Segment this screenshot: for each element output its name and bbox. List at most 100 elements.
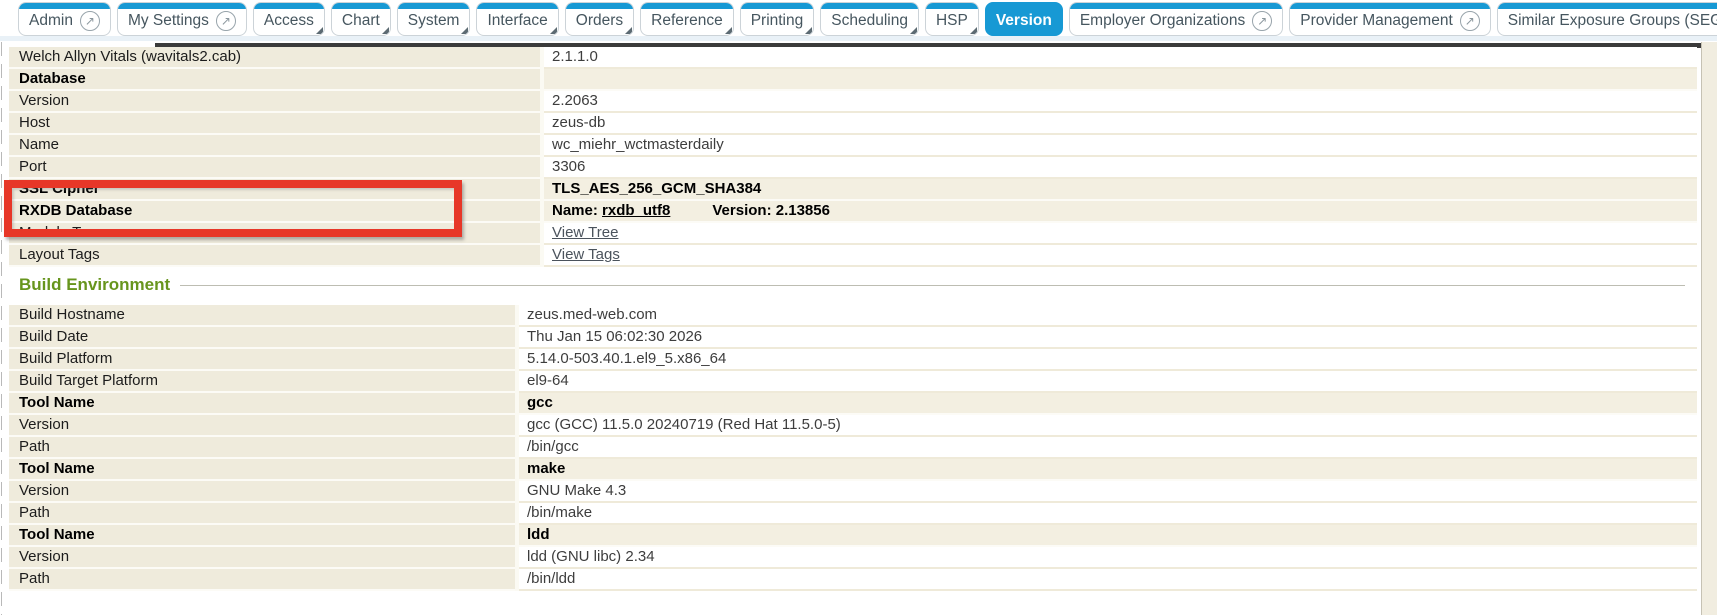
- tab-printing[interactable]: Printing: [740, 2, 815, 36]
- row-value: 2.1.1.0: [544, 47, 1697, 69]
- row-label: Version: [9, 91, 540, 113]
- row-value: Thu Jan 15 06:02:30 2026: [519, 327, 1697, 349]
- row-value: /bin/make: [519, 503, 1697, 525]
- row-label: Welch Allyn Vitals (wavitals2.cab): [9, 47, 540, 69]
- red-highlight-rectangle: [4, 180, 462, 237]
- row-value: GNU Make 4.3: [519, 481, 1697, 503]
- row-value: 5.14.0-503.40.1.el9_5.x86_64: [519, 349, 1697, 371]
- table-row: Build Hostnamezeus.med-web.com: [9, 305, 1697, 327]
- row-value: TLS_AES_256_GCM_SHA384: [544, 179, 1697, 201]
- tab-provider-management[interactable]: Provider Management ↗: [1289, 2, 1491, 36]
- external-link-icon[interactable]: ↗: [1252, 11, 1272, 31]
- external-link-icon[interactable]: ↗: [80, 11, 100, 31]
- external-link-icon[interactable]: ↗: [216, 11, 236, 31]
- tab-employer-organizations[interactable]: Employer Organizations↗: [1069, 2, 1283, 36]
- build-environment-header: Build Environment: [11, 272, 1697, 298]
- row-label: Build Target Platform: [9, 371, 515, 393]
- row-value: View Tree: [544, 223, 1697, 245]
- tab-label: My Settings: [128, 12, 209, 30]
- table-row: Path/bin/gcc: [9, 437, 1697, 459]
- tab-chart[interactable]: Chart: [331, 2, 391, 36]
- tab-label: Scheduling: [831, 12, 908, 30]
- row-label: Layout Tags: [9, 245, 540, 267]
- row-value: zeus.med-web.com: [519, 305, 1697, 327]
- row-label: Build Date: [9, 327, 515, 349]
- row-value: /bin/gcc: [519, 437, 1697, 459]
- table-row: Tool Namemake: [9, 459, 1697, 481]
- row-label: Tool Name: [9, 459, 515, 481]
- tab-system[interactable]: System: [397, 2, 471, 36]
- row-label: Version: [9, 415, 515, 437]
- row-label: Tool Name: [9, 525, 515, 547]
- row-label: Port: [9, 157, 540, 179]
- tab-reference[interactable]: Reference: [640, 2, 734, 36]
- table-row: Build Target Platformel9-64: [9, 371, 1697, 393]
- row-label: Path: [9, 569, 515, 591]
- dropdown-triangle-icon: [725, 27, 732, 34]
- dropdown-triangle-icon: [461, 27, 468, 34]
- build-environment-title: Build Environment: [11, 275, 170, 295]
- table-row: Layout Tags View Tags: [9, 245, 1697, 267]
- dropdown-triangle-icon: [316, 27, 323, 34]
- tab-interface[interactable]: Interface: [476, 2, 558, 36]
- row-value: 2.2063: [544, 91, 1697, 113]
- row-label: Host: [9, 113, 540, 135]
- tab-bar: Admin↗ My Settings ↗ Access Chart SystemInter…: [0, 0, 1717, 41]
- dropdown-triangle-icon: [382, 27, 389, 34]
- dropdown-triangle-icon: [550, 27, 557, 34]
- rxdb-name-link[interactable]: rxdb_utf8: [602, 202, 670, 219]
- table-row: Version2.2063: [9, 91, 1697, 113]
- rxdb-version-label: Version:: [712, 202, 775, 219]
- section-divider-line: [180, 285, 1685, 286]
- tab-label: Printing: [751, 12, 804, 30]
- tab-admin[interactable]: Admin↗: [18, 2, 111, 36]
- row-label: Version: [9, 547, 515, 569]
- row-value: ldd (GNU libc) 2.34: [519, 547, 1697, 569]
- row-value: [544, 69, 1697, 91]
- tab-label: Access: [264, 12, 314, 30]
- tab-strip: Admin↗ My Settings ↗ Access Chart SystemInter…: [18, 2, 1717, 36]
- tab-label: Chart: [342, 12, 380, 30]
- tab-label: HSP: [936, 12, 968, 30]
- row-label: Build Platform: [9, 349, 515, 371]
- rxdb-name-label: Name:: [552, 202, 602, 219]
- row-label: Name: [9, 135, 540, 157]
- row-label: Path: [9, 503, 515, 525]
- table-row: Build Platform5.14.0-503.40.1.el9_5.x86_…: [9, 349, 1697, 371]
- tab-my-settings[interactable]: My Settings ↗: [117, 2, 247, 36]
- row-label: Version: [9, 481, 515, 503]
- table-row: Namewc_miehr_wctmasterdaily: [9, 135, 1697, 157]
- table-row: Versionldd (GNU libc) 2.34: [9, 547, 1697, 569]
- row-value: View Tags: [544, 245, 1697, 267]
- row-value: zeus-db: [544, 113, 1697, 135]
- row-value: make: [519, 459, 1697, 481]
- table-row: Port3306: [9, 157, 1697, 179]
- dropdown-triangle-icon: [910, 27, 917, 34]
- table-row: VersionGNU Make 4.3: [9, 481, 1697, 503]
- row-value: /bin/ldd: [519, 569, 1697, 591]
- tab-similar-exposure-groups-segs[interactable]: Similar Exposure Groups (SEGs)↗: [1497, 2, 1717, 36]
- tab-scheduling[interactable]: Scheduling: [820, 2, 919, 36]
- table-row: Tool Nameldd: [9, 525, 1697, 547]
- right-page-margin: [1701, 42, 1717, 615]
- table-row: Database: [9, 69, 1697, 91]
- view-link[interactable]: View Tags: [552, 246, 620, 263]
- dropdown-triangle-icon: [805, 27, 812, 34]
- tab-label: Orders: [576, 12, 623, 30]
- tab-orders[interactable]: Orders: [565, 2, 634, 36]
- rxdb-version-value: 2.13856: [776, 202, 830, 219]
- view-link[interactable]: View Tree: [552, 224, 618, 241]
- tab-access[interactable]: Access: [253, 2, 325, 36]
- row-value: Name: rxdb_utf8 Version: 2.13856: [544, 201, 1697, 223]
- tabbar-underlay: [0, 36, 1717, 41]
- tab-hsp[interactable]: HSP: [925, 2, 979, 36]
- row-label: Path: [9, 437, 515, 459]
- dropdown-triangle-icon: [625, 27, 632, 34]
- row-value: gcc: [519, 393, 1697, 415]
- row-label: Build Hostname: [9, 305, 515, 327]
- row-label: Database: [9, 69, 540, 91]
- tab-label: Provider Management: [1300, 12, 1453, 30]
- table-row: Welch Allyn Vitals (wavitals2.cab)2.1.1.…: [9, 47, 1697, 69]
- external-link-icon[interactable]: ↗: [1460, 11, 1480, 31]
- tab-version[interactable]: Version: [985, 2, 1063, 36]
